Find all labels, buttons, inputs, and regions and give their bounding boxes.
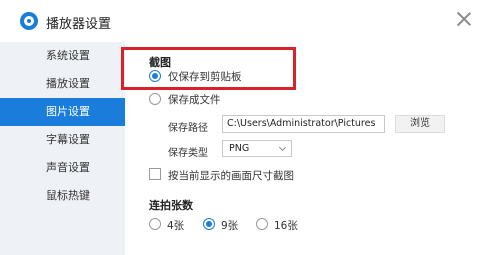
sidebar-item-hotkeys[interactable]: 鼠标热键: [0, 182, 125, 210]
save-type-label: 保存类型: [168, 148, 208, 159]
sidebar-item-image[interactable]: 图片设置: [0, 98, 125, 126]
sidebar-item-audio[interactable]: 声音设置: [0, 154, 125, 182]
radio-burst-9[interactable]: [203, 218, 215, 230]
sidebar-item-playback[interactable]: 播放设置: [0, 70, 125, 98]
radio-burst-4[interactable]: [149, 218, 161, 230]
sidebar-item-subtitle[interactable]: 字幕设置: [0, 126, 125, 154]
resize-screenshot-label: 按当前显示的画面尺寸截图: [168, 170, 294, 182]
save-type-value: PNG: [229, 143, 250, 154]
chevron-down-icon: [278, 143, 287, 152]
image-settings-panel: 截图 仅保存到剪贴板 保存成文件 保存路径 C:\Users\Administr…: [125, 42, 500, 255]
radio-burst-9-label: 9张: [221, 220, 239, 232]
window-title: 播放器设置: [46, 17, 112, 32]
settings-sidebar: 系统设置 播放设置 图片设置 字幕设置 声音设置 鼠标热键: [0, 42, 125, 255]
save-type-select[interactable]: PNG: [222, 140, 292, 157]
radio-clipboard-only-label: 仅保存到剪贴板: [168, 71, 242, 83]
close-icon[interactable]: [455, 10, 473, 28]
screenshot-section-title: 截图: [149, 56, 171, 69]
radio-save-file[interactable]: [149, 93, 161, 105]
resize-screenshot-checkbox[interactable]: [149, 168, 161, 180]
save-path-label: 保存路径: [168, 123, 208, 134]
browse-button[interactable]: 浏览: [395, 115, 445, 133]
radio-burst-16-label: 16张: [274, 220, 298, 232]
burst-section-title: 连拍张数: [149, 199, 193, 212]
radio-burst-4-label: 4张: [167, 220, 185, 232]
radio-burst-16[interactable]: [256, 218, 268, 230]
player-logo-icon: [20, 12, 38, 30]
title-bar: 播放器设置: [0, 0, 500, 42]
radio-clipboard-only[interactable]: [149, 70, 161, 82]
save-path-input[interactable]: C:\Users\Administrator\Pictures: [222, 115, 385, 133]
radio-save-file-label: 保存成文件: [168, 94, 221, 106]
sidebar-item-system[interactable]: 系统设置: [0, 42, 125, 70]
